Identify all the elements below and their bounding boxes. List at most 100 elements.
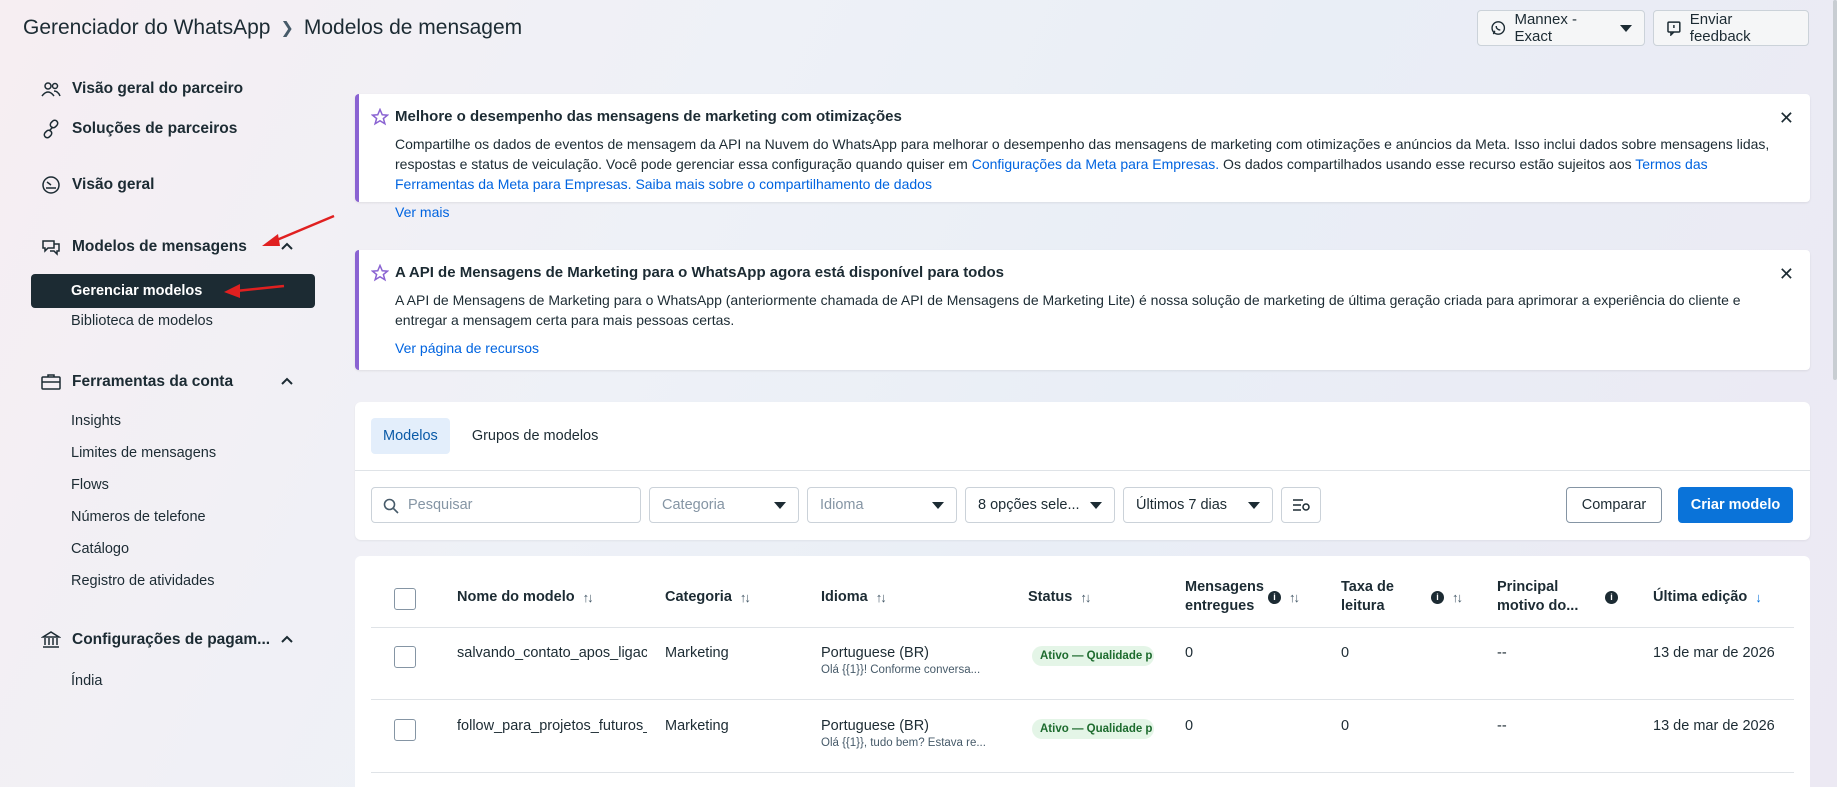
sidebar-section-label: Modelos de mensagens	[72, 238, 247, 255]
tab-templates[interactable]: Modelos	[371, 418, 450, 454]
banner-body: A API de Mensagens de Marketing para o W…	[395, 292, 1741, 328]
row-checkbox[interactable]	[394, 719, 416, 741]
see-more-link[interactable]: Ver mais	[395, 204, 449, 220]
optimization-banner: Melhore o desempenho das mensagens de ma…	[355, 94, 1810, 220]
close-icon[interactable]: ✕	[1779, 264, 1794, 285]
chevron-up-icon[interactable]	[280, 631, 294, 649]
sort-icon[interactable]: ↑↓	[1080, 588, 1091, 607]
caret-down-icon	[1090, 501, 1102, 509]
sidebar-item-phone-numbers[interactable]: Números de telefone	[71, 509, 206, 525]
column-header-status[interactable]: Status ↑↓	[1028, 588, 1091, 607]
search-icon	[383, 498, 399, 514]
banner-title: Melhore o desempenho das mensagens de ma…	[395, 108, 902, 125]
template-category: Marketing	[665, 645, 729, 661]
chevron-right-icon: ❯	[280, 20, 294, 37]
caret-down-icon	[1248, 501, 1260, 509]
sidebar-item-india[interactable]: Índia	[71, 673, 102, 689]
briefcase-icon	[40, 371, 62, 393]
column-settings-button[interactable]	[1281, 487, 1321, 523]
template-preview: Olá {{1}}, tudo bem? Estava re...	[821, 737, 986, 749]
sort-icon[interactable]: ↑↓	[583, 588, 594, 607]
top-bar: Gerenciador do WhatsApp ❯ Modelos de men…	[0, 0, 1837, 56]
sidebar-section-label: Ferramentas da conta	[72, 373, 234, 390]
column-header-read-rate[interactable]: Taxa de leitura i ↑↓	[1341, 578, 1491, 616]
data-sharing-learn-more-link[interactable]: Saiba mais sobre o compartilhamento de d…	[635, 176, 932, 192]
select-all-checkbox[interactable]	[394, 588, 416, 610]
column-header-label: Mensagens entregues	[1185, 579, 1264, 614]
column-header-category[interactable]: Categoria ↑↓	[665, 588, 751, 607]
sidebar-item-label: Visão geral	[72, 176, 155, 193]
divider	[371, 772, 1794, 773]
sidebar-item-overview[interactable]: Visão geral	[40, 174, 154, 196]
status-filter-dropdown[interactable]: 8 opções sele...	[965, 487, 1115, 523]
sidebar-item-flows[interactable]: Flows	[71, 477, 109, 493]
sidebar-item-partner-overview[interactable]: Visão geral do parceiro	[40, 78, 243, 100]
column-header-top-reason[interactable]: Principal motivo do... i	[1497, 578, 1627, 616]
template-name[interactable]: salvando_contato_apos_ligaca	[457, 645, 647, 661]
compare-button[interactable]: Comparar	[1566, 487, 1662, 523]
sort-icon[interactable]: ↑↓	[876, 588, 887, 607]
status-badge: Ativo — Qualidade p	[1032, 646, 1154, 666]
template-language: Portuguese (BR) Olá {{1}}! Conforme conv…	[821, 645, 996, 676]
sort-descending-icon[interactable]: ↓	[1755, 588, 1762, 607]
sidebar-item-catalog[interactable]: Catálogo	[71, 541, 129, 557]
sidebar-section-payment-settings[interactable]: Configurações de pagam...	[40, 629, 293, 651]
close-icon[interactable]: ✕	[1779, 108, 1794, 129]
sort-icon[interactable]: ↑↓	[1289, 588, 1300, 607]
template-language: Portuguese (BR) Olá {{1}}, tudo bem? Est…	[821, 718, 996, 749]
sidebar-section-account-tools[interactable]: Ferramentas da conta	[40, 371, 293, 393]
bank-icon	[40, 629, 62, 651]
account-label: Mannex -Exact	[1514, 11, 1577, 45]
column-header-last-edit[interactable]: Última edição ↓	[1653, 588, 1762, 607]
top-reason: --	[1497, 645, 1507, 661]
sidebar-item-template-library[interactable]: Biblioteca de modelos	[71, 313, 213, 329]
tab-template-groups[interactable]: Grupos de modelos	[460, 418, 611, 454]
template-category: Marketing	[665, 718, 729, 734]
language-filter-dropdown[interactable]: Idioma	[807, 487, 957, 523]
template-preview: Olá {{1}}! Conforme conversa...	[821, 664, 981, 676]
tab-bar: Modelos Grupos de modelos	[371, 418, 610, 454]
send-feedback-label: Enviar feedback	[1689, 11, 1751, 45]
column-header-label: Categoria	[665, 589, 732, 605]
info-icon[interactable]: i	[1268, 590, 1281, 604]
breadcrumb-app-title[interactable]: Gerenciador do WhatsApp	[23, 16, 270, 40]
category-filter-dropdown[interactable]: Categoria	[649, 487, 799, 523]
sort-icon[interactable]: ↑↓	[1452, 588, 1463, 607]
page-scrollbar[interactable]	[1833, 0, 1837, 380]
banner-body: Compartilhe os dados de eventos de mensa…	[395, 134, 1790, 194]
column-header-label: Última edição	[1653, 589, 1748, 605]
meta-business-settings-link[interactable]: Configurações da Meta para Empresas.	[972, 156, 1219, 172]
info-icon[interactable]: i	[1431, 590, 1444, 604]
feedback-icon	[1667, 21, 1681, 36]
chevron-up-icon[interactable]	[280, 373, 294, 391]
column-header-name[interactable]: Nome do modelo ↑↓	[457, 588, 594, 607]
caret-down-icon	[1620, 24, 1632, 32]
column-header-label: Taxa de leitura	[1341, 579, 1394, 614]
sidebar: Visão geral do parceiro Soluções de parc…	[0, 56, 340, 787]
sidebar-item-activity-log[interactable]: Registro de atividades	[71, 573, 214, 589]
sidebar-item-message-limits[interactable]: Limites de mensagens	[71, 445, 216, 461]
date-range-dropdown[interactable]: Últimos 7 dias	[1123, 487, 1273, 523]
page-title: Modelos de mensagem	[303, 16, 523, 39]
column-header-label: Idioma	[821, 589, 868, 605]
sort-icon[interactable]: ↑↓	[740, 588, 751, 607]
column-header-language[interactable]: Idioma ↑↓	[821, 588, 887, 607]
create-template-button[interactable]: Criar modelo	[1678, 487, 1793, 523]
search-placeholder: Pesquisar	[408, 497, 473, 513]
info-icon[interactable]: i	[1605, 590, 1618, 604]
sidebar-section-message-templates[interactable]: Modelos de mensagens	[40, 236, 293, 258]
sidebar-item-label: Visão geral do parceiro	[72, 80, 244, 97]
last-edit-date: 13 de mar de 2026	[1653, 718, 1775, 734]
column-header-delivered[interactable]: Mensagens entregues i ↑↓	[1185, 578, 1335, 616]
account-selector-button[interactable]: Mannex -Exact	[1477, 10, 1645, 46]
annotation-arrow-icon	[262, 214, 335, 246]
row-checkbox[interactable]	[394, 646, 416, 668]
sidebar-item-partner-solutions[interactable]: Soluções de parceiros	[40, 118, 237, 140]
delivered-count: 0	[1185, 645, 1194, 661]
search-input[interactable]: Pesquisar	[371, 487, 641, 523]
templates-toolbar-panel: Modelos Grupos de modelos Pesquisar Cate…	[355, 402, 1810, 540]
sidebar-item-insights[interactable]: Insights	[71, 413, 121, 429]
template-name[interactable]: follow_para_projetos_futuros_	[457, 718, 647, 734]
resources-page-link[interactable]: Ver página de recursos	[395, 340, 539, 356]
send-feedback-button[interactable]: Enviar feedback	[1653, 10, 1809, 46]
